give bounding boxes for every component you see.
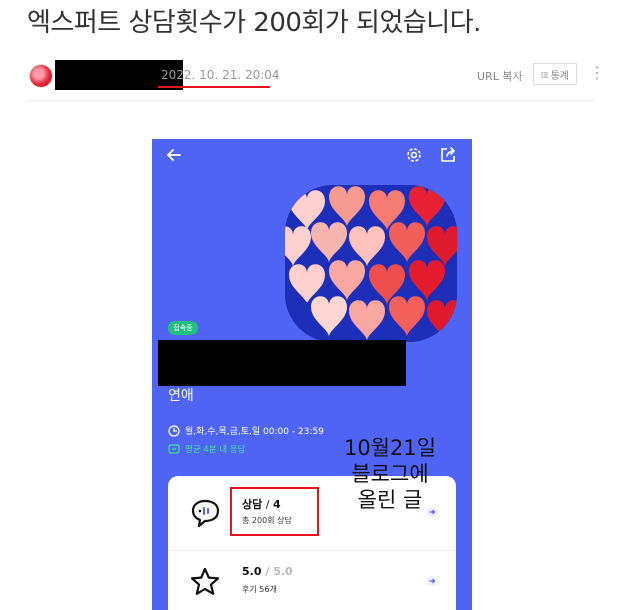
back-icon[interactable] [164, 145, 184, 165]
rating-separator: / [261, 565, 274, 578]
arrow-right-icon[interactable] [426, 575, 438, 587]
hours-text: 월,화,수,목,금,토,일 00:00 - 23:59 [185, 427, 324, 437]
more-icon[interactable]: ⋮ [589, 63, 605, 83]
review-count: 후기 56개 [242, 585, 277, 594]
rating-max: 5.0 [273, 565, 293, 578]
gear-icon[interactable] [404, 145, 424, 165]
author-avatar[interactable] [29, 64, 53, 88]
rating-value: 5.0 / 5.0 [242, 565, 293, 578]
annotation-line-3: 올린 글 [357, 488, 423, 512]
rating-score: 5.0 [242, 565, 262, 578]
chat-icon [191, 499, 220, 528]
share-icon[interactable] [438, 145, 458, 165]
url-copy-button[interactable]: URL 복사 [477, 68, 523, 84]
response-time: 평균 4분 내 응답 [168, 443, 245, 455]
stats-button[interactable]: ▥ 통계 [533, 63, 577, 85]
available-hours: 월,화,수,목,금,토,일 00:00 - 23:59 [168, 424, 324, 437]
post-date: 2022. 10. 21. 20:04 [161, 68, 280, 82]
stats-icon: ▥ [541, 69, 549, 79]
divider [27, 100, 595, 101]
clock-icon [168, 424, 180, 437]
consult-highlight-box [230, 487, 319, 536]
annotation-line-2: 블로그에 [351, 462, 429, 486]
heart-art-image [285, 185, 457, 342]
annotation-line-1: 10월21일 [343, 436, 437, 460]
expert-name-redacted [158, 340, 406, 386]
response-text: 평균 4분 내 응답 [185, 445, 246, 455]
app-screenshot: 접속중 연애 월,화,수,목,금,토,일 00:00 - 23:59 평균 4분… [152, 139, 472, 610]
online-status-badge: 접속중 [168, 321, 198, 335]
date-red-underline [158, 86, 270, 88]
stats-label: 통계 [550, 70, 569, 82]
rating-row[interactable]: 5.0 / 5.0 후기 56개 [168, 550, 456, 610]
post-meta: 2022. 10. 21. 20:04 URL 복사 ▥ 통계 ⋮ [27, 60, 607, 90]
handwritten-annotation: 10월21일 블로그에 올린 글 [334, 435, 446, 513]
star-icon [190, 567, 220, 595]
post-title: 엑스퍼트 상담횟수가 200회가 되었습니다. [27, 8, 481, 38]
response-icon [168, 444, 180, 454]
expert-category: 연애 [168, 388, 194, 404]
